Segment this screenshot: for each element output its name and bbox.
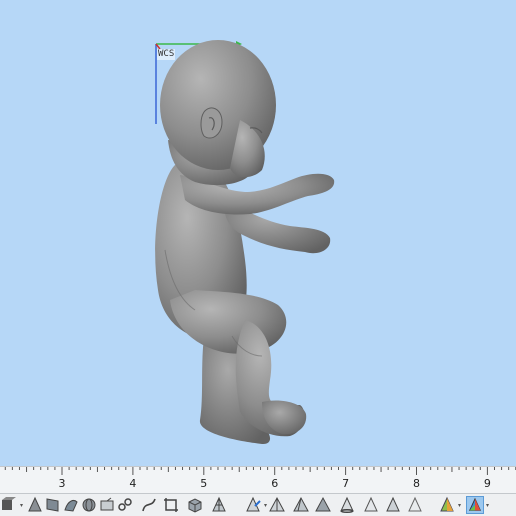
solid-view-button[interactable] xyxy=(0,496,18,514)
cone-icon xyxy=(340,496,354,513)
baby-model[interactable] xyxy=(155,40,335,445)
pyramid-button[interactable] xyxy=(268,496,286,514)
ruler-label: 7 xyxy=(342,477,350,490)
chevron-down-icon[interactable]: ▾ xyxy=(264,503,267,509)
face-button[interactable] xyxy=(44,496,62,514)
cone-light-button[interactable] xyxy=(362,496,380,514)
solid-view-icon xyxy=(2,497,16,510)
chevron-down-icon[interactable]: ▾ xyxy=(486,503,489,509)
shaded-color-button[interactable] xyxy=(438,496,456,514)
link-button[interactable] xyxy=(116,496,134,514)
color-shaded-active-icon xyxy=(468,497,482,511)
pyramid-edit-icon xyxy=(246,496,261,512)
sphere-button[interactable] xyxy=(80,496,98,514)
color-shaded-active-button[interactable] xyxy=(466,496,484,514)
model-canvas xyxy=(155,40,335,445)
pyramid-icon xyxy=(269,496,285,512)
pyramid-split-button[interactable] xyxy=(292,496,310,514)
ruler-label: 4 xyxy=(129,477,137,490)
pyramid-split-icon xyxy=(293,496,309,512)
ruler-label: 9 xyxy=(483,477,491,490)
face-icon xyxy=(46,498,59,512)
ruler-ticks xyxy=(4,467,516,475)
curve-button[interactable] xyxy=(140,496,158,514)
chevron-down-icon[interactable]: ▾ xyxy=(458,503,461,509)
crop-button[interactable] xyxy=(162,496,180,514)
ruler-label: 3 xyxy=(58,477,66,490)
3d-viewport[interactable]: WCS xyxy=(0,0,516,466)
wcs-label: WCS xyxy=(157,49,176,60)
pyramid-solid-icon xyxy=(315,496,331,512)
bottom-toolbar: ▾ ▾ ▾ ▾ xyxy=(0,494,516,516)
cube-button[interactable] xyxy=(186,496,204,514)
horizontal-ruler: 3 4 5 6 7 8 9 xyxy=(0,466,516,494)
ruler-label: 5 xyxy=(200,477,208,490)
crop-icon xyxy=(164,498,178,512)
plane-button[interactable] xyxy=(98,496,116,514)
pyramid-solid-button[interactable] xyxy=(314,496,332,514)
sculpt-icon xyxy=(64,500,78,512)
triangle-outline-icon xyxy=(408,496,422,512)
plane-icon xyxy=(100,497,114,511)
shaded-color-icon xyxy=(440,496,454,512)
cone-button[interactable] xyxy=(338,496,356,514)
sphere-icon xyxy=(82,498,96,512)
surface-button[interactable] xyxy=(26,496,44,514)
triangle-button[interactable] xyxy=(384,496,402,514)
cube-icon xyxy=(188,498,202,513)
mesh-button[interactable] xyxy=(210,496,228,514)
triangle-icon xyxy=(386,496,400,512)
cone-light-icon xyxy=(364,496,378,512)
curve-icon xyxy=(142,498,156,512)
surface-icon xyxy=(28,496,42,512)
ruler-label: 6 xyxy=(271,477,279,490)
pyramid-edit-button[interactable] xyxy=(244,496,262,514)
ruler-label: 8 xyxy=(413,477,420,490)
link-icon xyxy=(118,498,132,511)
mesh-icon xyxy=(212,496,226,512)
triangle-outline-button[interactable] xyxy=(406,496,424,514)
chevron-down-icon[interactable]: ▾ xyxy=(20,503,23,509)
sculpt-button[interactable] xyxy=(62,496,80,514)
